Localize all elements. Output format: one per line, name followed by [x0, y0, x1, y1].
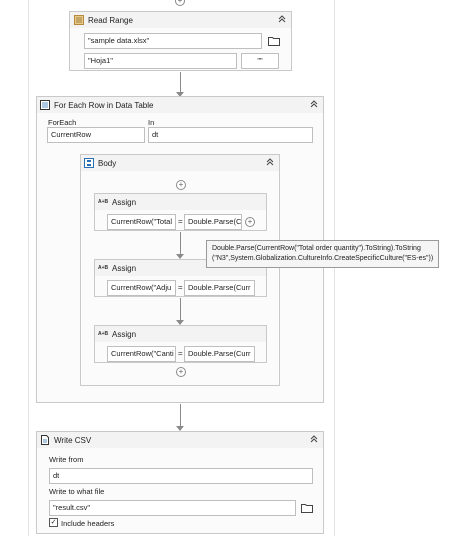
tooltip-line-2: ("N3",System.Globalization.CultureInfo.C… — [212, 255, 434, 262]
assign-to-input[interactable]: CurrentRow("Canti — [107, 346, 176, 362]
add-activity-top-icon[interactable]: + — [175, 0, 185, 6]
tooltip-line-1: Double.Parse(CurrentRow("Total order qua… — [212, 245, 421, 252]
assign-to-input[interactable]: CurrentRow("Adju — [107, 280, 176, 296]
write-csv-title: Write CSV — [54, 436, 92, 445]
add-activity-icon[interactable]: + — [176, 367, 186, 377]
equals-sign: = — [178, 283, 183, 292]
canvas-guide-right — [334, 0, 335, 536]
write-from-label: Write from — [49, 455, 84, 464]
expression-tooltip: Double.Parse(CurrentRow("Total order qua… — [206, 240, 440, 268]
read-range-title: Read Range — [88, 16, 133, 25]
add-activity-icon[interactable]: + — [176, 180, 186, 190]
include-headers-label: Include headers — [61, 519, 115, 528]
folder-icon[interactable] — [301, 503, 313, 513]
write-csv-activity[interactable]: Write CSV Write from dt Write to what fi… — [36, 431, 324, 534]
foreach-label: ForEach — [48, 118, 77, 127]
assign-icon: A+B — [98, 199, 109, 205]
equals-sign: = — [178, 349, 183, 358]
sequence-icon — [84, 158, 94, 168]
for-each-icon — [40, 100, 50, 110]
range-input[interactable]: "" — [241, 53, 279, 69]
csv-file-icon — [40, 435, 50, 445]
connector-line — [180, 72, 181, 93]
body-title: Body — [98, 159, 117, 168]
include-headers-checkbox[interactable]: ✓ — [49, 518, 58, 527]
write-to-file-input[interactable]: "result.csv" — [49, 500, 296, 516]
connector-line — [180, 404, 181, 427]
folder-icon[interactable] — [268, 36, 280, 46]
assign-title: Assign — [112, 264, 137, 273]
body-sequence[interactable]: Body + A+B Assign CurrentRow("Total = Do… — [80, 154, 280, 386]
collapse-icon[interactable] — [309, 100, 319, 110]
sheet-name-input[interactable]: "Hoja1" — [84, 53, 237, 69]
write-to-label: Write to what file — [49, 487, 105, 496]
assign-value-input[interactable]: Double.Parse(C — [184, 214, 242, 230]
read-range-activity[interactable]: Read Range "sample data.xlsx" "Hoja1" "" — [69, 11, 292, 71]
assign-value-input[interactable]: Double.Parse(Curr — [184, 346, 255, 362]
connector-line — [180, 298, 181, 321]
assign-title: Assign — [112, 330, 137, 339]
assign-to-input[interactable]: CurrentRow("Total — [107, 214, 176, 230]
assign-activity[interactable]: A+B Assign CurrentRow("Canti = Double.Pa… — [94, 325, 267, 363]
foreach-variable-input[interactable]: CurrentRow — [47, 127, 145, 143]
assign-value-input[interactable]: Double.Parse(Curr — [184, 280, 255, 296]
in-collection-input[interactable]: dt — [148, 127, 313, 143]
assign-icon: A+B — [98, 265, 109, 271]
canvas-guide-left — [28, 0, 29, 536]
add-argument-icon[interactable]: + — [245, 217, 255, 227]
excel-icon — [74, 15, 84, 25]
connector-line — [180, 232, 181, 255]
assign-activity[interactable]: A+B Assign CurrentRow("Total = Double.Pa… — [94, 193, 267, 231]
collapse-icon[interactable] — [309, 435, 319, 445]
assign-title: Assign — [112, 198, 137, 207]
collapse-icon[interactable] — [277, 15, 287, 25]
for-each-title: For Each Row in Data Table — [54, 101, 154, 110]
collapse-icon[interactable] — [265, 158, 275, 168]
assign-icon: A+B — [98, 331, 109, 337]
workbook-path-input[interactable]: "sample data.xlsx" — [84, 33, 262, 49]
in-label: In — [148, 118, 155, 127]
write-from-input[interactable]: dt — [49, 468, 313, 484]
equals-sign: = — [178, 217, 183, 226]
